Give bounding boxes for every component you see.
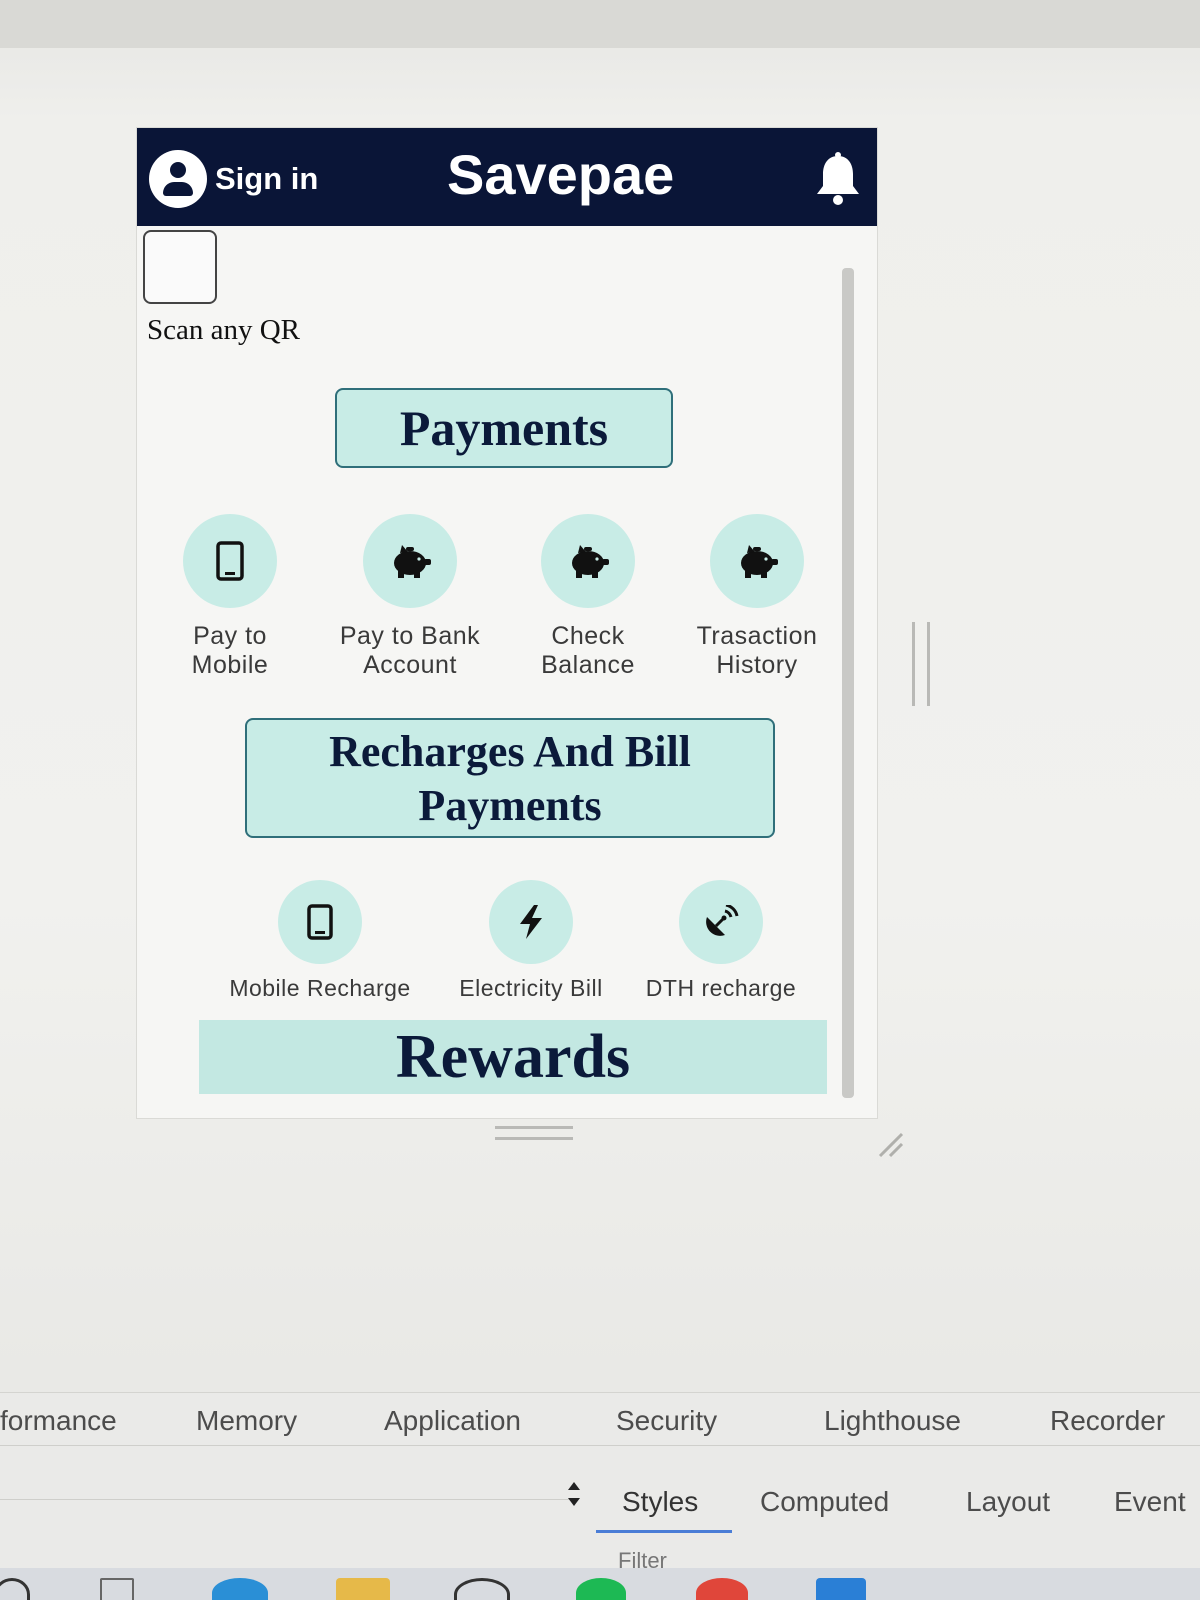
pay-to-bank-account-tile[interactable]: Pay to Bank Account bbox=[325, 514, 495, 680]
recharges-and-bill-payments-heading: Recharges And Bill Payments bbox=[245, 718, 775, 838]
satellite-dish-icon bbox=[706, 905, 739, 936]
electricity-bill-tile[interactable]: Electricity Bill bbox=[443, 880, 619, 1003]
active-subtab-indicator bbox=[596, 1530, 732, 1533]
sign-in-label: Sign in bbox=[215, 161, 319, 196]
tab-recorder[interactable]: Recorder bbox=[1050, 1405, 1165, 1437]
devtools-left-pane-row bbox=[0, 1453, 578, 1500]
piggy-bank-icon bbox=[572, 545, 609, 578]
vscode-icon[interactable] bbox=[816, 1578, 866, 1600]
bell-icon[interactable] bbox=[813, 152, 863, 206]
tab-memory[interactable]: Memory bbox=[196, 1405, 297, 1437]
piggy-bank-icon bbox=[741, 545, 778, 578]
subtab-layout[interactable]: Layout bbox=[966, 1486, 1050, 1518]
devtools-tab-bar: formance Memory Application Security Lig… bbox=[0, 1393, 1200, 1446]
viewport-scrollbar[interactable] bbox=[842, 268, 854, 1098]
viewport-resize-handle-right[interactable] bbox=[912, 622, 930, 706]
tab-application[interactable]: Application bbox=[384, 1405, 521, 1437]
lightning-bolt-icon bbox=[520, 905, 542, 939]
file-explorer-icon[interactable] bbox=[336, 1578, 390, 1600]
tab-security[interactable]: Security bbox=[616, 1405, 717, 1437]
tile-label: Pay to Bank Account bbox=[339, 622, 481, 679]
tab-performance[interactable]: formance bbox=[0, 1405, 117, 1437]
monitor-top-bar bbox=[0, 0, 1200, 48]
resize-corner-icon[interactable] bbox=[876, 1130, 906, 1160]
bill-icon-circle bbox=[489, 880, 573, 964]
app-title: Savepae bbox=[447, 143, 675, 206]
dth-recharge-tile[interactable]: DTH recharge bbox=[631, 880, 811, 1003]
rewards-heading: Rewards bbox=[199, 1020, 827, 1094]
mobile-recharge-tile[interactable]: Mobile Recharge bbox=[213, 880, 427, 1003]
payment-icon-circle bbox=[183, 514, 277, 608]
piggy-bank-icon bbox=[394, 545, 431, 578]
pay-to-mobile-tile[interactable]: Pay to Mobile bbox=[165, 514, 295, 680]
task-view-icon[interactable] bbox=[100, 1578, 134, 1600]
chrome-icon[interactable] bbox=[696, 1578, 748, 1600]
check-balance-tile[interactable]: Check Balance bbox=[523, 514, 653, 680]
edge-browser-icon[interactable] bbox=[212, 1578, 268, 1600]
viewport-resize-handle-bottom[interactable] bbox=[495, 1126, 573, 1140]
tile-label: Electricity Bill bbox=[459, 975, 603, 1001]
dell-icon[interactable] bbox=[454, 1578, 510, 1600]
spotify-icon[interactable] bbox=[576, 1578, 626, 1600]
user-circle-icon bbox=[149, 150, 207, 208]
device-viewport: Sign in Savepae Scan any QR Payments Pay… bbox=[137, 128, 877, 1118]
panel-toggle-arrows-icon[interactable] bbox=[566, 1478, 582, 1510]
tile-label: Mobile Recharge bbox=[229, 975, 411, 1001]
payment-icon-circle bbox=[541, 514, 635, 608]
tile-label: Trasaction History bbox=[696, 622, 818, 679]
scan-qr-label: Scan any QR bbox=[147, 314, 301, 346]
payment-icon-circle bbox=[710, 514, 804, 608]
subtab-styles[interactable]: Styles bbox=[622, 1486, 698, 1518]
mobile-phone-icon bbox=[216, 541, 244, 581]
transaction-history-tile[interactable]: Trasaction History bbox=[677, 514, 837, 680]
bill-icon-circle bbox=[278, 880, 362, 964]
payments-heading: Payments bbox=[335, 388, 673, 468]
os-taskbar bbox=[0, 1568, 1200, 1600]
search-icon[interactable] bbox=[0, 1578, 30, 1600]
payment-icon-circle bbox=[363, 514, 457, 608]
screen: Sign in Savepae Scan any QR Payments Pay… bbox=[0, 0, 1200, 1600]
tile-label: Check Balance bbox=[541, 622, 635, 679]
subtab-computed[interactable]: Computed bbox=[760, 1486, 889, 1518]
subtab-event[interactable]: Event bbox=[1114, 1486, 1186, 1518]
mobile-phone-icon bbox=[307, 904, 333, 940]
tile-label: DTH recharge bbox=[645, 975, 797, 1001]
tab-lighthouse[interactable]: Lighthouse bbox=[824, 1405, 961, 1437]
scan-qr-button[interactable] bbox=[143, 230, 217, 304]
bill-icon-circle bbox=[679, 880, 763, 964]
sign-in-button[interactable]: Sign in bbox=[149, 150, 318, 208]
tile-label: Pay to Mobile bbox=[191, 622, 269, 679]
app-header: Sign in Savepae bbox=[137, 128, 877, 226]
